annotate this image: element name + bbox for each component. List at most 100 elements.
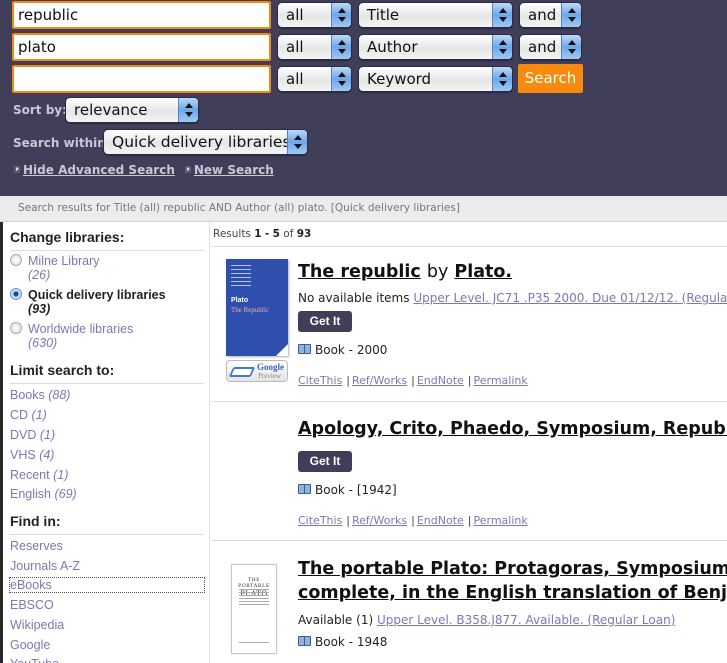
search-summary: Search results for Title (all) republic … — [0, 196, 727, 222]
library-option-label: Worldwide libraries — [28, 322, 134, 336]
limit-label: Recent — [10, 468, 50, 482]
radio-icon[interactable] — [10, 322, 22, 334]
limit-recent-link[interactable]: Recent (1) — [10, 468, 68, 482]
library-option-count: (93) — [28, 302, 51, 316]
find-in-wikipedia-link[interactable]: Wikipedia — [10, 618, 64, 632]
field-select-3[interactable]: Keyword — [358, 66, 513, 92]
find-in-journals-link[interactable]: Journals A-Z — [10, 559, 80, 573]
window-edge — [0, 222, 3, 663]
library-option-milne[interactable]: Milne Library (26) — [10, 254, 100, 282]
result-tools: CiteThis | Ref/Works | EndNote | Permalink — [298, 374, 528, 387]
operator-select-2[interactable]: and — [519, 34, 582, 60]
limit-vhs-link[interactable]: VHS (4) — [10, 448, 54, 462]
hide-advanced-search-link[interactable]: Hide Advanced Search — [23, 163, 175, 177]
select-arrows-icon — [492, 67, 512, 91]
holding-location-link[interactable]: Upper Level. B358.J877. Available. (Regu… — [377, 613, 675, 627]
permalink-link[interactable]: Permalink — [474, 374, 528, 387]
limit-count: (1) — [39, 428, 56, 442]
find-in-google-link[interactable]: Google — [10, 638, 50, 652]
cite-this-link[interactable]: CiteThis — [298, 514, 342, 527]
get-it-button[interactable]: Get It — [298, 451, 352, 472]
search-within-select[interactable]: Quick delivery libraries — [103, 129, 308, 155]
radio-selected-icon[interactable] — [10, 288, 22, 300]
scope-select-1[interactable]: all — [277, 2, 352, 28]
limit-count: (69) — [54, 487, 77, 501]
book-cover-image[interactable]: THE PORTABLEPLATO — [231, 564, 277, 654]
refworks-link[interactable]: Ref/Works — [352, 374, 407, 387]
search-term-input-2[interactable] — [12, 33, 271, 61]
results-of: of — [283, 228, 294, 240]
arrow-bullet-icon — [14, 166, 20, 173]
result-title: The portable Plato: Protagoras, Symposiu… — [298, 557, 727, 605]
availability-status: Available (1) — [298, 613, 374, 627]
cover-title: The Republic — [231, 306, 269, 314]
book-cover-image[interactable]: Plato The Republic — [226, 259, 288, 356]
cover-series: THE PORTABLE — [238, 577, 270, 589]
divider — [211, 401, 727, 402]
select-arrows-icon — [331, 3, 351, 27]
result-title-link[interactable]: Apology, Crito, Phaedo, Symposium, Repub… — [298, 419, 727, 439]
format-text: Book - [1942] — [315, 483, 397, 497]
limit-cd-link[interactable]: CD (1) — [10, 408, 47, 422]
results-total: 93 — [296, 228, 312, 240]
refworks-link[interactable]: Ref/Works — [352, 514, 407, 527]
limit-count: (4) — [39, 448, 55, 462]
find-in-youtube-link[interactable]: YouTube — [10, 657, 59, 663]
result-title: The republic by Plato. — [298, 260, 512, 284]
search-within-label: Search within: — [13, 136, 111, 150]
library-option-count: (630) — [28, 336, 58, 350]
field-select-1[interactable]: Title — [358, 2, 513, 28]
select-arrows-icon — [561, 35, 581, 59]
select-arrows-icon — [178, 98, 198, 122]
divider — [211, 540, 727, 541]
availability-status: No available items — [298, 291, 410, 305]
limit-dvd-link[interactable]: DVD (1) — [10, 428, 55, 442]
limit-label: CD — [10, 408, 29, 422]
result-tools: CiteThis | Ref/Works | EndNote | Permalink — [298, 514, 528, 527]
radio-icon[interactable] — [10, 254, 22, 266]
field-select-1-value: Title — [367, 6, 400, 24]
book-icon — [298, 484, 311, 494]
limit-english-link[interactable]: English (69) — [10, 487, 77, 501]
result-title-link[interactable]: The portable Plato: Protagoras, Symposiu… — [298, 559, 727, 603]
endnote-link[interactable]: EndNote — [417, 374, 464, 387]
result-author-link[interactable]: Plato. — [454, 262, 512, 282]
holding-location-link[interactable]: Upper Level. JC71 .P35 2000. Due 01/12/1… — [413, 291, 727, 305]
find-in-reserves-link[interactable]: Reserves — [10, 539, 63, 553]
get-it-button[interactable]: Get It — [298, 311, 352, 332]
permalink-link[interactable]: Permalink — [474, 514, 528, 527]
sort-by-label: Sort by: — [13, 103, 67, 117]
search-term-input-1[interactable] — [12, 1, 271, 29]
result-title-link[interactable]: The republic — [298, 262, 421, 282]
library-option-quick-delivery[interactable]: Quick delivery libraries (93) — [10, 288, 166, 316]
field-select-2[interactable]: Author — [358, 34, 513, 60]
limit-books-link[interactable]: Books (88) — [10, 388, 70, 402]
google-preview-button[interactable]: Google Preview — [226, 360, 288, 382]
field-select-2-value: Author — [367, 38, 418, 56]
results-range-dash: - — [264, 228, 270, 240]
page-curl — [276, 344, 288, 356]
sidebar: Change libraries: Milne Library (26) Qui… — [0, 222, 210, 663]
select-arrows-icon — [287, 130, 307, 154]
find-in-ebsco-link[interactable]: EBSCO — [10, 598, 54, 612]
library-option-label: Quick delivery libraries — [28, 288, 166, 302]
search-button[interactable]: Search — [518, 64, 583, 93]
cover-author: Plato — [231, 297, 249, 304]
search-within-select-value: Quick delivery libraries — [112, 133, 291, 151]
find-in-ebooks-link[interactable]: eBooks — [9, 577, 205, 593]
library-option-worldwide[interactable]: Worldwide libraries (630) — [10, 322, 133, 350]
select-arrows-icon — [331, 67, 351, 91]
library-option-label: Milne Library — [28, 254, 100, 268]
cite-this-link[interactable]: CiteThis — [298, 374, 342, 387]
search-term-input-3[interactable] — [12, 65, 271, 93]
advanced-search-links: Hide Advanced Search New Search — [14, 163, 284, 177]
results-range-start: 1 — [254, 228, 262, 240]
operator-select-1[interactable]: and — [519, 2, 582, 28]
advanced-search-panel: all Title and all Author and all Keyword… — [0, 0, 727, 196]
sort-select[interactable]: relevance — [65, 97, 199, 123]
new-search-link[interactable]: New Search — [194, 163, 274, 177]
scope-select-3[interactable]: all — [277, 66, 352, 92]
scope-select-2[interactable]: all — [277, 34, 352, 60]
result-format: Book - 1948 — [298, 635, 387, 649]
endnote-link[interactable]: EndNote — [417, 514, 464, 527]
